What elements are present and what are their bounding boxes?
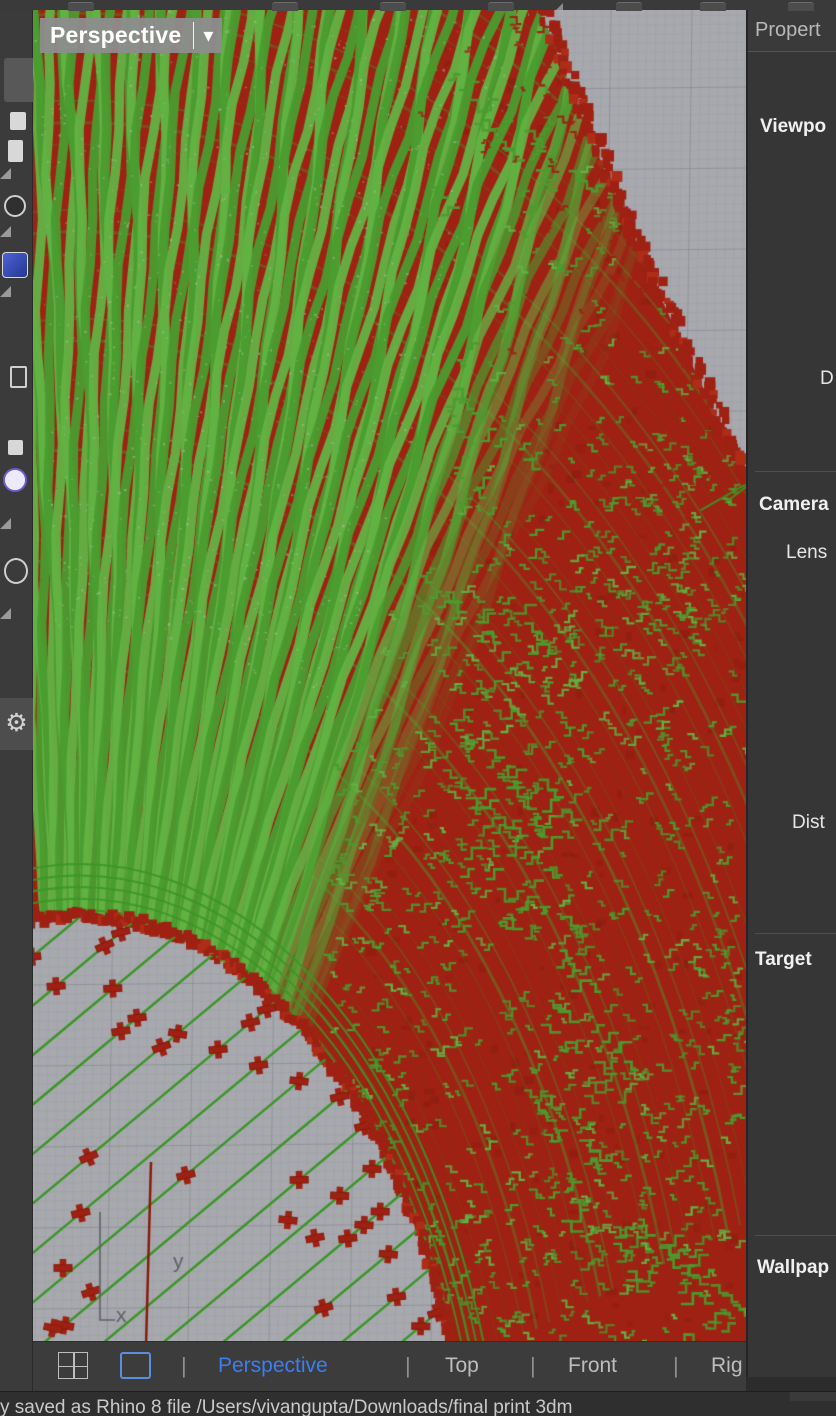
tool-icon[interactable] <box>2 252 28 278</box>
tool-icon[interactable] <box>4 195 26 217</box>
toolbar-button-fragment[interactable] <box>700 2 726 11</box>
section-target-label: Target <box>755 949 812 970</box>
tool-icon[interactable] <box>10 366 27 388</box>
properties-panel: Propert Viewpo D Camera Lens Dist Target… <box>746 10 836 1377</box>
status-bar: y saved as Rhino 8 file /Users/vivangupt… <box>0 1391 836 1416</box>
top-toolbar <box>0 0 836 11</box>
chevron-down-icon: ▾ <box>203 25 214 47</box>
divider <box>755 1235 836 1236</box>
toolbar-button-fragment[interactable] <box>380 2 406 11</box>
toolbar-button-fragment[interactable] <box>616 2 642 11</box>
divider <box>755 933 836 934</box>
viewport: Perspective ▾ <box>33 10 746 1341</box>
status-message: y saved as Rhino 8 file /Users/vivangupt… <box>0 1397 573 1416</box>
section-viewport-label: Viewpo <box>760 116 827 137</box>
section-wallpaper-label: Wallpap <box>757 1257 830 1278</box>
tab-separator: | <box>181 1353 187 1378</box>
toolbar-button-fragment[interactable] <box>788 2 814 11</box>
tab-top[interactable]: Top <box>445 1354 479 1378</box>
tool-icon[interactable] <box>10 112 26 130</box>
tab-separator: | <box>530 1353 536 1378</box>
tab-perspective[interactable]: Perspective <box>218 1354 328 1378</box>
flyout-arrow-icon <box>0 608 11 619</box>
toolbar-button-fragment[interactable] <box>68 2 94 11</box>
field-display-label: D <box>820 368 834 389</box>
tool-icon[interactable] <box>8 440 23 455</box>
viewport-tab-bar: | Perspective | Top | Front | Rig <box>33 1341 746 1391</box>
active-tool-button[interactable] <box>4 58 33 102</box>
flyout-arrow-icon <box>0 226 11 237</box>
tab-separator: | <box>405 1353 411 1378</box>
tab-properties[interactable]: Propert <box>755 19 821 42</box>
toolbar-button-fragment[interactable] <box>272 2 298 11</box>
tool-icon[interactable] <box>3 468 27 492</box>
gear-icon[interactable]: ⚙ <box>0 698 33 750</box>
tab-front[interactable]: Front <box>568 1354 617 1378</box>
single-pane-layout-icon[interactable] <box>120 1352 151 1379</box>
tab-separator: | <box>673 1353 679 1378</box>
field-distance-label: Dist <box>792 812 825 833</box>
left-toolbar: ⚙ <box>0 10 33 1391</box>
divider <box>755 471 836 472</box>
section-camera-label: Camera <box>759 494 829 515</box>
viewport-title: Perspective <box>50 22 182 48</box>
flyout-arrow-icon <box>0 518 11 529</box>
flyout-arrow-icon <box>556 3 563 10</box>
panel-edge-fragment <box>790 1392 836 1401</box>
toolbar-button-fragment[interactable] <box>488 2 514 11</box>
four-pane-layout-icon[interactable] <box>58 1352 88 1379</box>
field-lens-label: Lens <box>786 542 828 563</box>
flyout-arrow-icon <box>0 168 11 179</box>
tool-icon[interactable] <box>4 558 28 584</box>
tab-right[interactable]: Rig <box>711 1354 743 1378</box>
viewport-title-dropdown[interactable]: Perspective ▾ <box>40 18 223 53</box>
viewport-canvas[interactable] <box>33 10 746 1341</box>
flyout-arrow-icon <box>0 286 11 297</box>
tool-icon[interactable] <box>8 140 23 162</box>
